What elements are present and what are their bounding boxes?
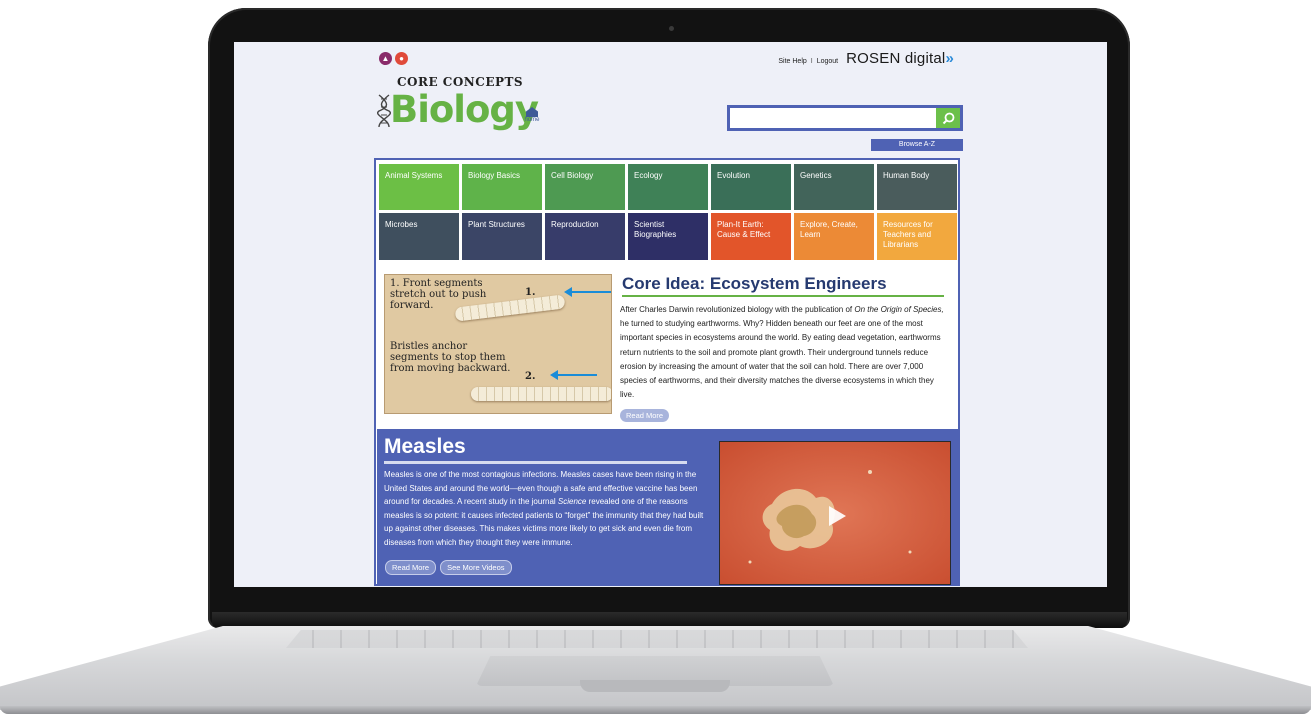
top-links: Site Help I Logout ROSEN digital» (778, 50, 954, 67)
dna-icon (377, 94, 391, 128)
search-button[interactable] (936, 108, 960, 128)
digital-word: digital (904, 50, 946, 67)
nav-tile-plant-structures[interactable]: Plant Structures (462, 213, 542, 260)
measles-section: Measles Measles is one of the most conta… (377, 429, 958, 585)
home-link[interactable]: home (524, 107, 540, 127)
core-idea-section: 1. Front segments stretch out to push fo… (384, 274, 959, 422)
nav-tile-genetics[interactable]: Genetics (794, 164, 874, 210)
core-idea-divider (622, 295, 944, 297)
core-idea-read-more: Read More (620, 405, 670, 423)
figure-label-bristles: Bristles anchor segments to stop them fr… (390, 341, 511, 374)
figure-num-1: 1. (525, 287, 536, 298)
nav-tile-explore-create-learn[interactable]: Explore, Create, Learn (794, 213, 874, 260)
rosen-digital-logo[interactable]: ROSEN digital» (846, 50, 954, 67)
brand-b-icon: ● (395, 52, 408, 65)
browse-az-button[interactable]: Browse A-Z (871, 139, 963, 151)
arrow-left-icon (550, 370, 597, 380)
laptop-notch (580, 680, 730, 692)
brand-badges: ▲ ● (379, 52, 408, 65)
nav-tile-scientist-biographies[interactable]: Scientist Biographies (628, 213, 708, 260)
arrow-left-icon (564, 287, 611, 297)
brand-line: CORE CONCEPTS (397, 75, 524, 89)
measles-title: Measles (384, 435, 466, 458)
measles-buttons: Read More See More Videos (385, 560, 512, 575)
nav-tile-biology-basics[interactable]: Biology Basics (462, 164, 542, 210)
measles-video-player[interactable] (719, 441, 951, 585)
logout-link[interactable]: Logout (817, 58, 838, 65)
laptop-edge (0, 706, 1311, 714)
nav-tile-resources[interactable]: Resources for Teachers and Librarians (877, 213, 957, 260)
home-label: home (524, 117, 540, 123)
camera-icon (669, 26, 674, 31)
measles-body: Measles is one of the most contagious in… (384, 468, 706, 549)
play-icon[interactable] (829, 506, 846, 526)
brand-a-icon: ▲ (379, 52, 392, 65)
nav-tile-animal-systems[interactable]: Animal Systems (379, 164, 459, 210)
top-separator: I (810, 58, 813, 65)
search-bar (727, 105, 963, 131)
core-idea-read-more-button[interactable]: Read More (620, 409, 670, 422)
measles-journal-name: Science (557, 497, 587, 506)
nav-tile-evolution[interactable]: Evolution (711, 164, 791, 210)
search-input[interactable] (730, 108, 934, 128)
nav-tile-microbes[interactable]: Microbes (379, 213, 459, 260)
core-idea-body-post: he turned to studying earthworms. Why? H… (620, 319, 941, 400)
figure-num-2: 2. (525, 371, 536, 382)
nav-tile-plan-it-earth[interactable]: Plan-It Earth: Cause & Effect (711, 213, 791, 260)
nav-tile-reproduction[interactable]: Reproduction (545, 213, 625, 260)
brand-title: Biology (390, 88, 539, 131)
laptop-keyboard (286, 630, 1028, 648)
topic-nav: Animal Systems Biology Basics Cell Biolo… (379, 164, 957, 260)
home-icon (526, 107, 538, 117)
laptop-hinge (212, 612, 1127, 628)
earthworm-lower (471, 387, 611, 401)
core-idea-body-pre: After Charles Darwin revolutionized biol… (620, 305, 855, 314)
measles-read-more-button[interactable]: Read More (385, 560, 437, 575)
measles-divider (384, 461, 687, 464)
core-idea-title: Core Idea: Ecosystem Engineers (622, 274, 887, 293)
nav-tile-cell-biology[interactable]: Cell Biology (545, 164, 625, 210)
rosen-chevron-icon: » (945, 50, 954, 67)
search-icon (942, 112, 954, 124)
browser-screen: ▲ ● CORE CONCEPTS Biology home Site Help… (234, 42, 1107, 587)
rosen-word: ROSEN (846, 50, 901, 67)
see-more-videos-button[interactable]: See More Videos (440, 560, 512, 575)
site-help-link[interactable]: Site Help (778, 58, 806, 65)
nav-tile-human-body[interactable]: Human Body (877, 164, 957, 210)
earthworm-figure: 1. Front segments stretch out to push fo… (384, 274, 612, 414)
core-idea-body: After Charles Darwin revolutionized biol… (620, 303, 950, 402)
core-idea-book-title: On the Origin of Species, (854, 305, 944, 314)
nav-tile-ecology[interactable]: Ecology (628, 164, 708, 210)
